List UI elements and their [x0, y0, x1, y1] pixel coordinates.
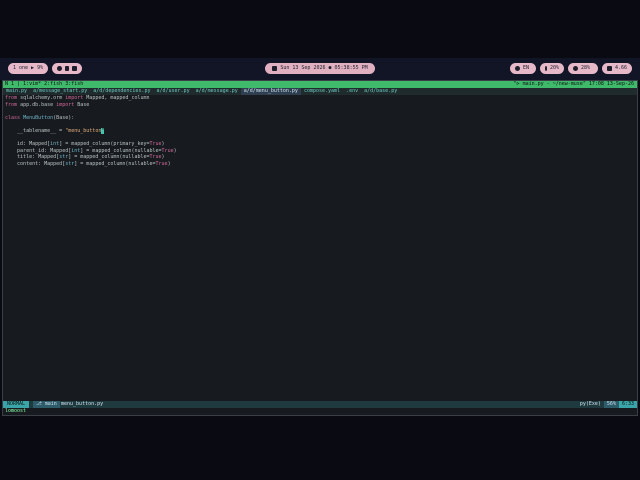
scroll-percent: 56% — [603, 401, 619, 408]
code-line[interactable] — [5, 135, 635, 142]
code-token: ] = mapped_column(nullable= — [74, 160, 156, 167]
code-token: content: Mapped[ — [5, 160, 66, 167]
code-token: id: Mapped[ — [5, 141, 51, 148]
git-branch: ⎇ main — [33, 401, 60, 408]
code-token: ) — [161, 141, 165, 148]
code-line[interactable] — [5, 108, 635, 115]
code-line[interactable]: title: Mapped[str] = mapped_column(nulla… — [5, 154, 635, 161]
buffer-tab[interactable]: a/d/user.py — [153, 88, 192, 95]
code-token: True — [161, 147, 174, 154]
statusline-right: py(Exe) 56% 6:33 — [577, 401, 637, 408]
vim-tabline: main.py a/message_start.py a/d/dependencie… — [3, 88, 637, 95]
buffer-tab[interactable]: .env — [343, 88, 361, 95]
code-token: ) — [173, 147, 177, 154]
buffer-tab[interactable]: a/d/base.py — [361, 88, 400, 95]
code-line[interactable]: content: Mapped[str] = mapped_column(nul… — [5, 161, 635, 168]
code-token: import — [65, 95, 87, 101]
code-token: from — [5, 101, 21, 108]
code-token: sqlalchemy.orm — [20, 95, 66, 101]
cursor-position: 6:33 — [618, 401, 637, 408]
code-line[interactable]: id: Mapped[int] = mapped_column(primary_… — [5, 141, 635, 148]
calendar-icon — [272, 66, 278, 71]
text-cursor: " — [101, 127, 105, 134]
tmux-windows[interactable]: N 1 | 1:vim* 2:fish 3:fish — [5, 81, 83, 88]
code-line[interactable] — [5, 121, 635, 128]
memory-icon — [573, 66, 578, 71]
workspace-indicator[interactable]: 1 one ▶ 9% — [8, 63, 48, 74]
code-token: True — [149, 154, 162, 161]
file-name: menu_button.py — [61, 401, 104, 407]
code-token: ] = mapped_column(nullable= — [68, 154, 150, 161]
buffer-tab[interactable]: main.py — [3, 88, 30, 95]
code-token: int — [50, 141, 60, 148]
code-token: Base — [77, 101, 90, 108]
buffer-tab[interactable]: a/d/dependencies.py — [90, 88, 153, 95]
code-token: True — [155, 160, 168, 167]
load-indicator[interactable]: 4.66 — [602, 63, 632, 74]
code-token: class — [5, 114, 24, 121]
code-token: from — [5, 95, 21, 101]
code-line[interactable]: from app.db.base import Base — [5, 102, 635, 109]
editor-buffer[interactable]: from sqlalchemy.orm import Mapped, mappe… — [5, 95, 635, 168]
buffer-tab[interactable]: a/message_start.py — [30, 88, 90, 95]
code-token: MenuButton — [23, 114, 54, 121]
code-line[interactable]: class MenuButton(Base): — [5, 115, 635, 122]
power-icon — [607, 66, 612, 71]
code-token: Mapped, mapped_column — [86, 95, 150, 101]
code-token: title: Mapped[ — [5, 154, 60, 161]
code-token: (Base): — [53, 114, 75, 121]
workspace-label: 1 one ▶ 9% — [13, 65, 44, 71]
clock-text: Sun 13 Sep 2026 ● 05:38:55 PM — [280, 65, 368, 71]
code-token: app.db.base — [20, 101, 57, 108]
mode-indicator: NORMAL — [3, 401, 30, 408]
code-token: ] = mapped_column(nullable= — [80, 147, 162, 154]
terminal-window[interactable]: N 1 | 1:vim* 2:fish 3:fish "⊳ main.py - … — [2, 80, 638, 416]
buffer-tab[interactable]: compose.yaml — [301, 88, 343, 95]
code-token: parent_id: Mapped[ — [5, 147, 72, 154]
gear-icon — [72, 66, 78, 71]
top-panel: 1 one ▶ 9% Sun 13 Sep 2026 ● 05:38:55 PM… — [0, 58, 640, 80]
code-line[interactable]: from sqlalchemy.orm import Mapped, mappe… — [5, 95, 635, 102]
code-token: ) — [161, 154, 165, 161]
command-line[interactable]: lomoost — [5, 408, 26, 415]
cpu-indicator[interactable]: 20% — [540, 63, 564, 74]
file-type: py(Exe) — [579, 401, 601, 407]
code-line[interactable]: parent_id: Mapped[int] = mapped_column(n… — [5, 148, 635, 155]
keyboard-layout-indicator[interactable]: EN — [510, 63, 536, 74]
memory-indicator[interactable]: 28% — [568, 63, 598, 74]
app-tray[interactable] — [52, 63, 82, 74]
clock[interactable]: Sun 13 Sep 2026 ● 05:38:55 PM — [265, 63, 375, 74]
code-token: ) — [167, 160, 171, 167]
keyboard-icon — [515, 66, 520, 71]
code-token: __tablename__ = — [5, 127, 66, 134]
circle-icon — [57, 66, 62, 71]
tmux-title: "⊳ main.py - ~/new-muse" 17:08 13-Sep-26 — [513, 81, 634, 87]
square-icon — [64, 66, 70, 71]
tmux-status-bar: N 1 | 1:vim* 2:fish 3:fish "⊳ main.py - … — [3, 81, 637, 88]
code-token: int — [71, 147, 81, 154]
cpu-icon — [545, 66, 547, 71]
code-token: True — [149, 141, 162, 148]
code-line[interactable]: __tablename__ = "menu_button" — [5, 127, 635, 135]
code-token: import — [56, 101, 78, 108]
code-token: ] = mapped_column(primary_key= — [59, 141, 150, 148]
code-token: "menu_button — [65, 127, 102, 134]
code-token: str — [59, 154, 69, 161]
buffer-tab[interactable]: a/d/menu_button.py — [240, 88, 301, 95]
code-token: str — [65, 160, 75, 167]
buffer-tab[interactable]: a/d/message.py — [193, 88, 241, 95]
vim-statusline: NORMAL ⎇ main menu_button.py py(Exe) 56%… — [3, 401, 637, 408]
